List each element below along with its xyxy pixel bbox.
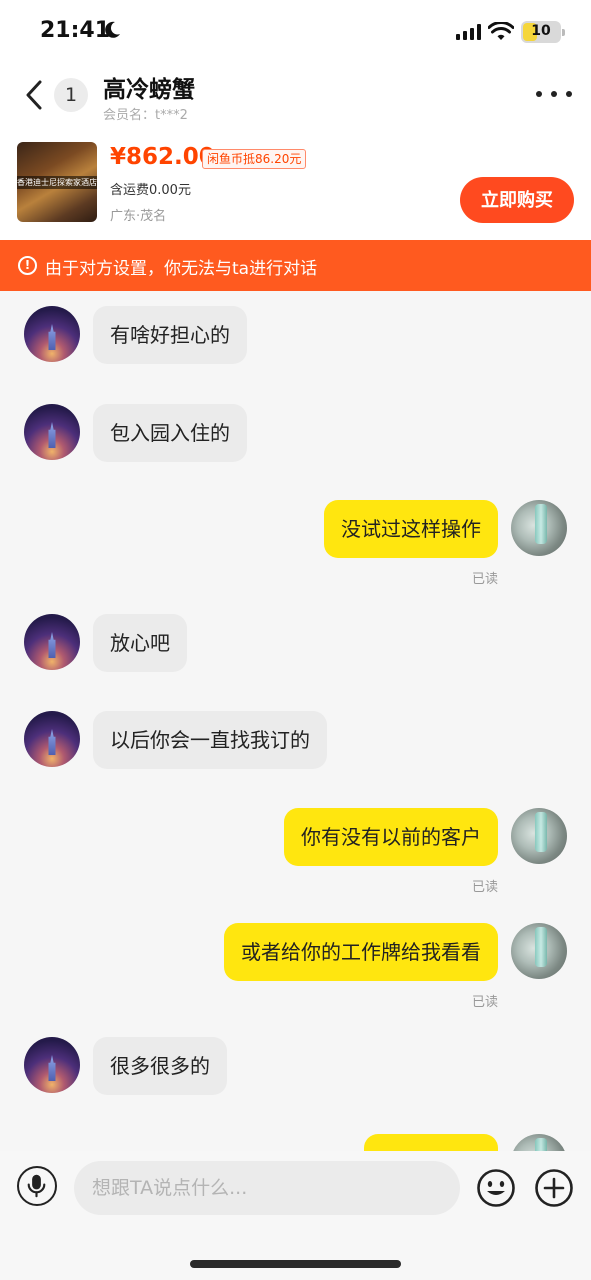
shipping-info: 含运费0.00元 [110, 183, 191, 198]
message-bubble-sent[interactable] [364, 1134, 498, 1151]
product-price: ¥862.00 [110, 144, 215, 170]
message-bubble-received[interactable]: 很多很多的 [93, 1037, 227, 1095]
signal-icon [456, 24, 481, 40]
message-bubble-sent[interactable]: 你有没有以前的客户 [284, 808, 498, 866]
coin-discount-tag: 闲鱼币抵86.20元 [202, 149, 307, 169]
my-avatar[interactable] [511, 808, 567, 864]
message-bubble-received[interactable]: 放心吧 [93, 614, 187, 672]
mic-icon[interactable] [17, 1166, 57, 1206]
contact-avatar[interactable] [24, 614, 80, 670]
emoji-icon[interactable] [476, 1168, 516, 1208]
home-indicator[interactable] [190, 1260, 401, 1268]
back-icon[interactable] [22, 78, 48, 112]
message-bubble-sent[interactable]: 或者给你的工作牌给我看看 [224, 923, 498, 981]
status-time: 21:41 [40, 18, 111, 43]
plus-icon[interactable] [534, 1168, 574, 1208]
moon-icon [105, 21, 120, 38]
message-bubble-received[interactable]: 以后你会一直找我订的 [93, 711, 327, 769]
chat-header: 1 高冷螃蟹 会员名：t***2 [0, 64, 591, 128]
my-avatar[interactable] [511, 1134, 567, 1151]
member-name: 会员名：t***2 [103, 108, 188, 123]
contact-name: 高冷螃蟹 [103, 77, 195, 103]
message-bubble-sent[interactable]: 没试过这样操作 [324, 500, 498, 558]
contact-avatar[interactable] [24, 711, 80, 767]
message-list[interactable]: 有啥好担心的 包入园入住的 没试过这样操作 已读 放心吧 以后你会一直找我订的 … [0, 291, 591, 1151]
contact-avatar[interactable] [24, 306, 80, 362]
product-location: 广东·茂名 [110, 209, 167, 224]
read-receipt: 已读 [471, 880, 498, 895]
contact-avatar[interactable] [24, 404, 80, 460]
product-thumbnail[interactable]: 香港迪士尼探索家酒店 [17, 142, 97, 222]
message-bubble-received[interactable]: 有啥好担心的 [93, 306, 247, 364]
notice-text: 由于对方设置，你无法与ta进行对话 [45, 259, 318, 279]
battery-level: 10 [531, 23, 551, 39]
my-avatar[interactable] [511, 500, 567, 556]
my-avatar[interactable] [511, 923, 567, 979]
contact-avatar[interactable] [24, 1037, 80, 1093]
wifi-icon [488, 22, 514, 40]
warning-icon: ! [18, 256, 37, 275]
more-icon[interactable] [536, 91, 572, 101]
status-bar: 21:41 10 [0, 0, 591, 64]
read-receipt: 已读 [471, 572, 498, 587]
thumbnail-caption: 香港迪士尼探索家酒店 [17, 176, 97, 189]
notice-banner: ! 由于对方设置，你无法与ta进行对话 [0, 240, 591, 291]
message-input[interactable] [74, 1161, 460, 1215]
unread-count-badge[interactable]: 1 [54, 78, 88, 112]
input-bar [0, 1151, 591, 1280]
battery-indicator: 10 [521, 21, 565, 43]
buy-now-button[interactable]: 立即购买 [460, 177, 574, 223]
message-bubble-received[interactable]: 包入园入住的 [93, 404, 247, 462]
product-card[interactable]: 香港迪士尼探索家酒店 ¥862.00 闲鱼币抵86.20元 含运费0.00元 广… [0, 128, 591, 240]
read-receipt: 已读 [471, 995, 498, 1010]
